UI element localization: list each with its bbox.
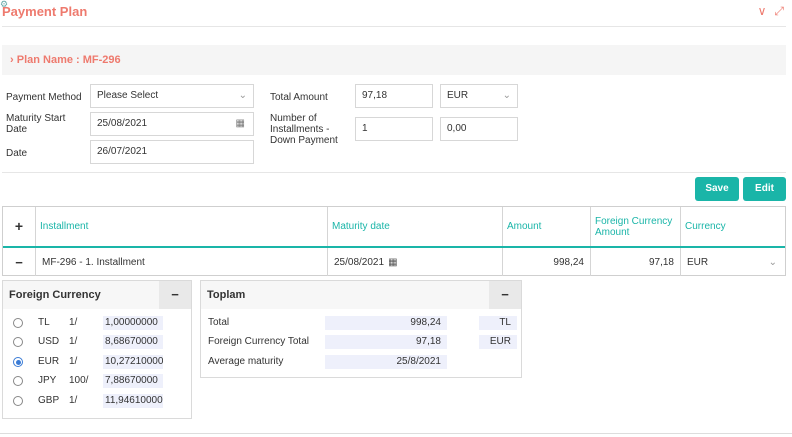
calendar-icon[interactable]: ▦ (236, 113, 245, 135)
form-divider (2, 172, 786, 173)
toplam-label: Foreign Currency Total (208, 336, 309, 347)
currency-rate: 8,68670000 (103, 335, 163, 349)
payment-method-label: Payment Method (6, 92, 82, 103)
header-currency: Currency (685, 221, 726, 232)
toplam-value: 97,18 (325, 335, 447, 349)
collapse-icon[interactable]: ∨ (758, 4, 767, 19)
currency-rate: 1,00000000 (103, 316, 163, 330)
toplam-title: Toplam (207, 289, 246, 301)
plan-name-label: Plan Name : MF-296 (16, 54, 121, 66)
add-row-button[interactable]: + (3, 207, 36, 246)
currency-radio[interactable] (13, 376, 23, 386)
toplam-label: Average maturity (208, 356, 284, 367)
date-value: 26/07/2021 (97, 146, 148, 157)
chevron-right-icon: › (10, 54, 14, 66)
payment-method-value: Please Select (97, 90, 159, 101)
plan-name-bar[interactable]: › Plan Name : MF-296 (2, 45, 786, 75)
currency-code: EUR (38, 356, 60, 367)
toplam-label: Total (208, 317, 230, 328)
installment-cell: MF-296 - 1. Installment (36, 248, 328, 276)
page-title: Payment Plan (2, 4, 88, 19)
total-amount-value: 97,18 (362, 90, 388, 101)
currency-unit: 1/ (69, 317, 78, 328)
save-button[interactable]: Save (695, 177, 739, 201)
foreign-amount-cell: 97,18 (591, 248, 681, 276)
installment-table: + Installment Maturity date Amount Forei… (2, 206, 786, 276)
currency-code: TL (38, 317, 50, 328)
header-maturity-date: Maturity date (328, 207, 503, 246)
toplam-row: Foreign Currency Total 97,18 EUR (201, 334, 521, 350)
header-foreign-amount: Foreign Currency Amount (591, 207, 681, 246)
currency-radio[interactable] (13, 396, 23, 406)
header-amount: Amount (503, 207, 591, 246)
maturity-start-field[interactable]: 25/08/2021 ▦ (90, 112, 254, 136)
chevron-down-icon: ⌄ (502, 90, 511, 101)
toplam-row: Total 998,24 TL (201, 315, 521, 331)
chevron-down-icon: ⌄ (238, 90, 247, 101)
currency-rate-row[interactable]: GBP 1/11,94610000 (3, 393, 191, 409)
payment-method-select[interactable]: Please Select ⌄ (90, 84, 254, 108)
minimize-button[interactable]: − (489, 281, 521, 309)
currency-unit: 100/ (69, 375, 89, 386)
toplam-row: Average maturity 25/8/2021 (201, 354, 521, 370)
total-amount-field[interactable]: 97,18 (355, 84, 433, 108)
installments-field[interactable]: 1 (355, 117, 433, 141)
installments-value: 1 (362, 123, 368, 134)
currency-select-cell[interactable]: EUR ⌄ (681, 248, 785, 276)
currency-radio[interactable] (13, 357, 23, 367)
calendar-icon[interactable]: ▦ (388, 257, 397, 268)
edit-button[interactable]: Edit (743, 177, 786, 201)
foreign-currency-panel: Foreign Currency − TL 1/1,00000000 USD 1/8,… (2, 280, 192, 419)
down-payment-field[interactable]: 0,00 (440, 117, 518, 141)
down-payment-value: 0,00 (447, 123, 467, 134)
toplam-panel: Toplam − Total 998,24 TL Foreign Currency T… (200, 280, 522, 378)
currency-rate-row[interactable]: TL 1/1,00000000 (3, 315, 191, 331)
expand-icon[interactable]: ⤢ (774, 4, 784, 19)
currency-unit: 1/ (69, 356, 78, 367)
currency-unit: 1/ (69, 336, 78, 347)
toplam-value: 25/8/2021 (325, 355, 447, 369)
bottom-divider (0, 433, 792, 434)
currency-rate: 7,88670000 (103, 374, 163, 388)
currency-rate: 10,27210000 (103, 355, 163, 369)
currency-rate-row[interactable]: EUR 1/10,27210000 (3, 354, 191, 370)
chevron-down-icon: ⌄ (768, 256, 777, 268)
currency-code: JPY (38, 375, 57, 386)
toplam-value: 998,24 (325, 316, 447, 330)
maturity-start-label: Maturity Start Date (6, 113, 66, 135)
toplam-unit: EUR (479, 335, 517, 349)
currency-rate-row[interactable]: JPY 100/7,88670000 (3, 373, 191, 389)
installments-label: Number of Installments - Down Payment (270, 113, 338, 146)
date-label: Date (6, 148, 28, 159)
currency-value: EUR (447, 90, 469, 101)
remove-row-button[interactable]: − (3, 248, 36, 276)
maturity-date-value: 25/08/2021 (334, 256, 385, 268)
currency-code: GBP (38, 395, 60, 406)
total-amount-label: Total Amount (270, 92, 328, 103)
foreign-currency-title: Foreign Currency (9, 289, 101, 301)
amount-cell: 998,24 (503, 248, 591, 276)
toplam-unit: TL (479, 316, 517, 330)
currency-radio[interactable] (13, 337, 23, 347)
currency-unit: 1/ (69, 395, 78, 406)
currency-code: USD (38, 336, 60, 347)
header-divider (2, 26, 786, 27)
currency-select[interactable]: EUR ⌄ (440, 84, 518, 108)
maturity-date-cell[interactable]: 25/08/2021 ▦ (328, 248, 503, 276)
minimize-button[interactable]: − (159, 281, 191, 309)
currency-radio[interactable] (13, 318, 23, 328)
currency-rate: 11,94610000 (103, 394, 163, 408)
header-installment: Installment (36, 207, 328, 246)
date-field[interactable]: 26/07/2021 (90, 140, 254, 164)
maturity-start-value: 25/08/2021 (97, 118, 148, 129)
currency-cell-value: EUR (687, 256, 709, 268)
currency-rate-row[interactable]: USD 1/8,68670000 (3, 334, 191, 350)
